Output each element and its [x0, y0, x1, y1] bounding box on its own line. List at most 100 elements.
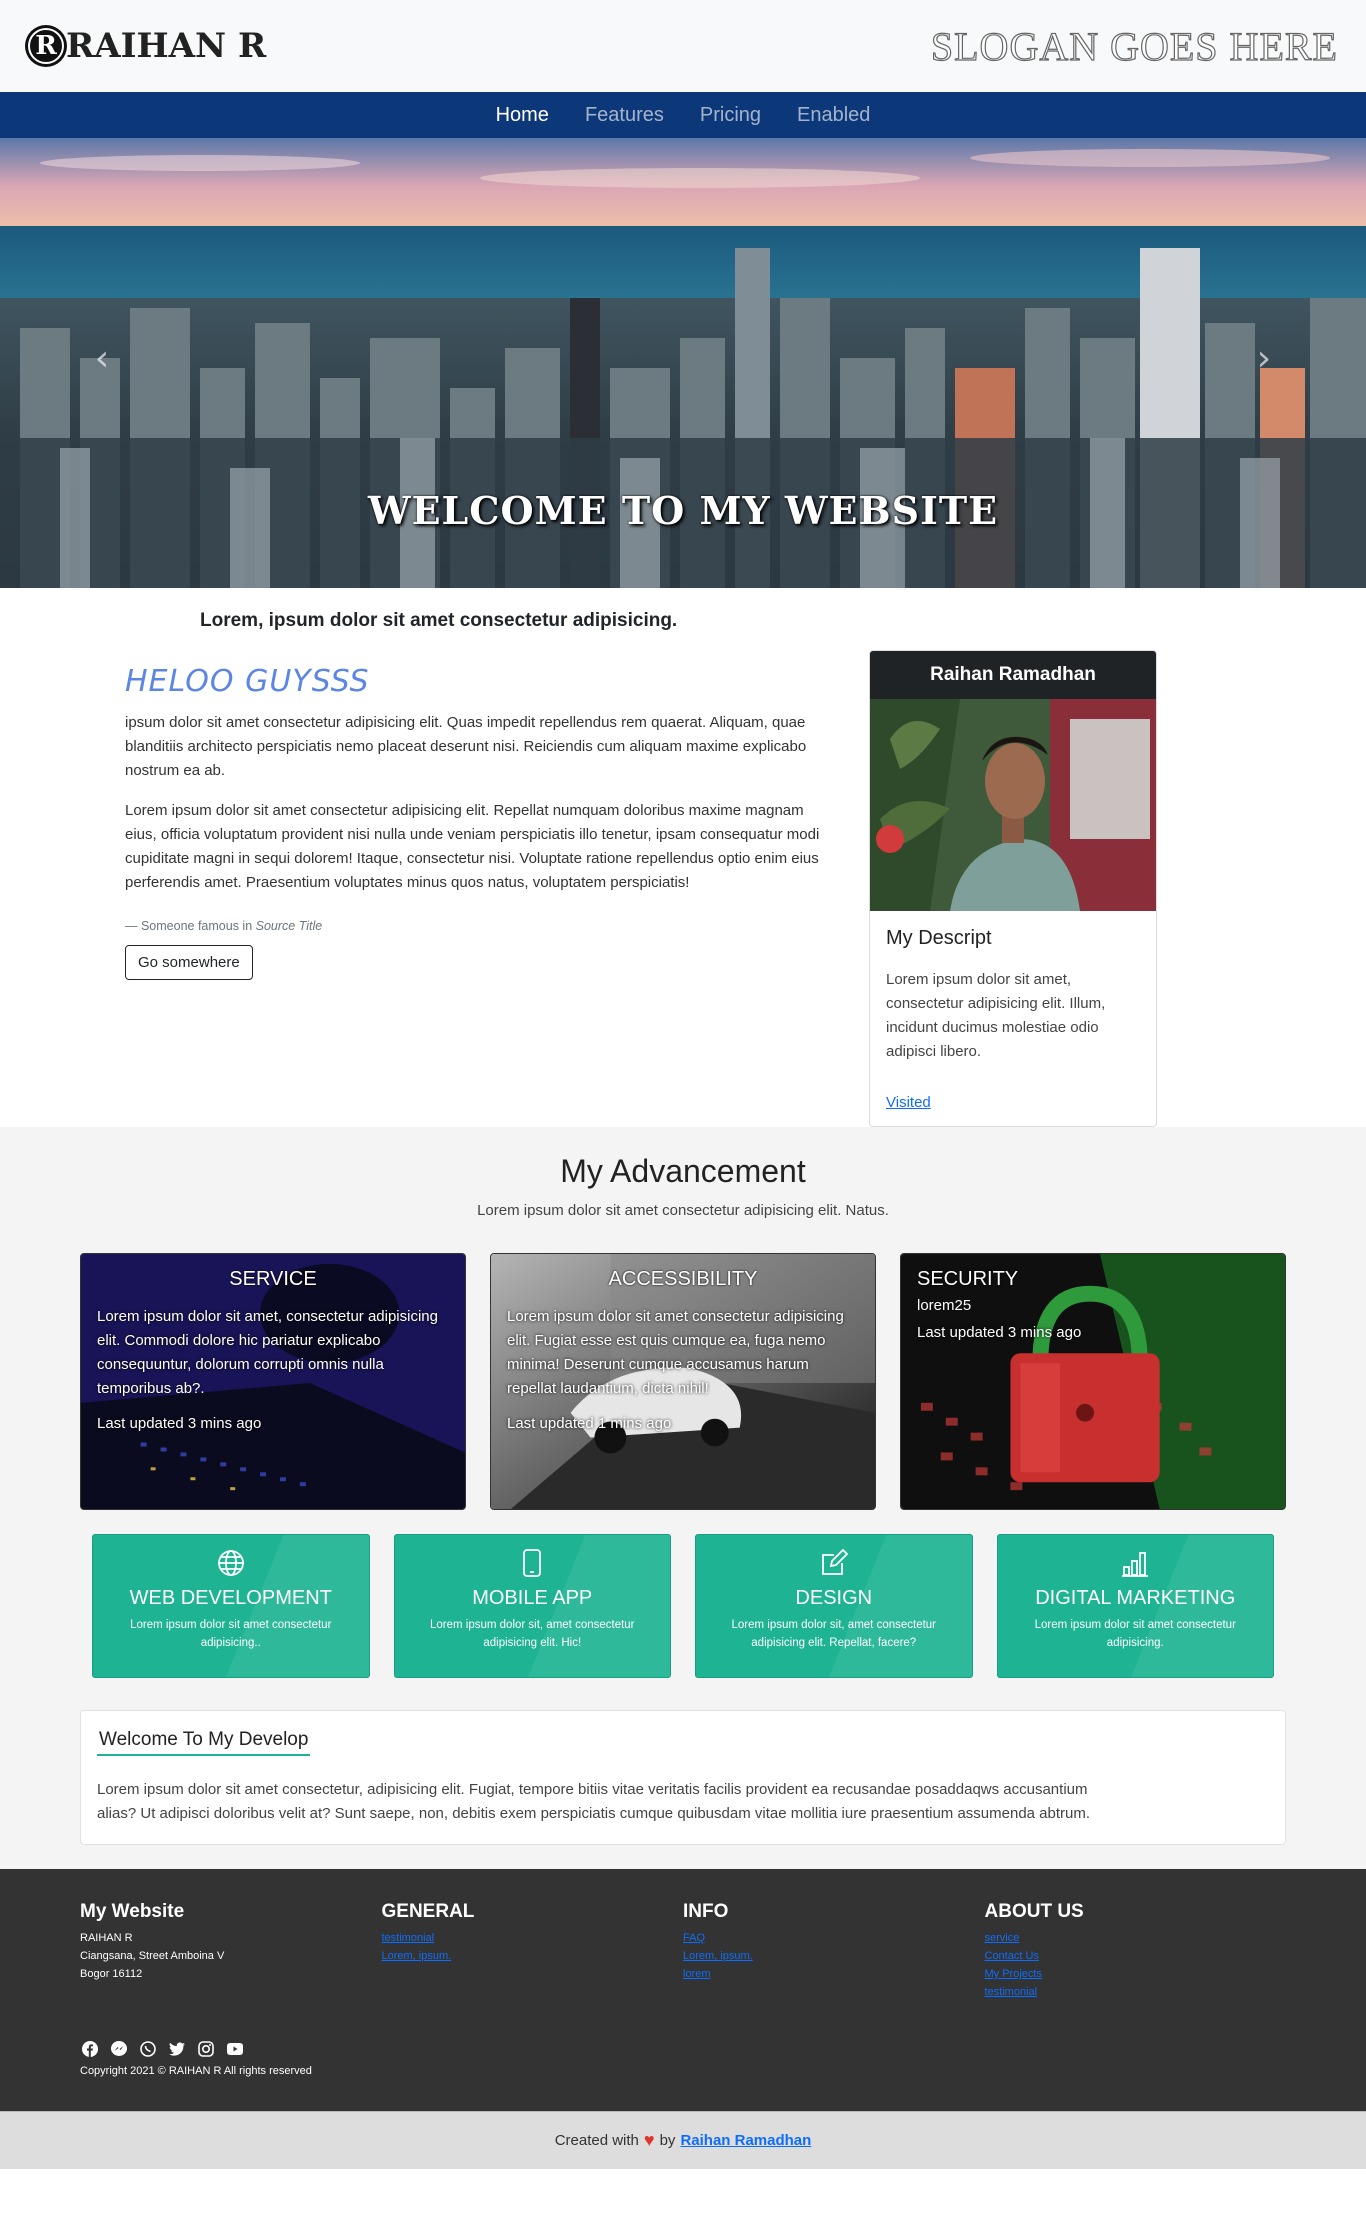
footer-brand-column: My Website RAIHAN R Ciangsana, Street Am… — [80, 1901, 382, 2001]
top-header: R RAIHAN R SLOGAN GOES HERE — [0, 0, 1366, 92]
footer-general-title: GENERAL — [381, 1901, 475, 1922]
brand-logo-icon: R — [28, 28, 64, 64]
address-city: Bogor 16112 — [80, 1968, 143, 1980]
service-card-content: SERVICE Lorem ipsum dolor sit amet, cons… — [97, 1268, 449, 1432]
card-updated: Last updated 3 mins ago — [97, 1415, 262, 1432]
whatsapp-icon[interactable] — [138, 2039, 158, 2059]
footer-link-faq[interactable]: FAQ — [683, 1929, 985, 1947]
footer-link-service[interactable]: service — [985, 1929, 1287, 1947]
author-link[interactable]: Raihan Ramadhan — [680, 2132, 811, 2149]
footer-link-lorem-ipsum[interactable]: Lorem, ipsum. — [382, 1947, 684, 1965]
card-text: Lorem ipsum dolor sit amet, consectetur … — [97, 1308, 438, 1397]
main-nav: Home Features Pricing Enabled — [0, 92, 1366, 138]
about-content: HELOO GUYSSS ipsum dolor sit amet consec… — [125, 650, 835, 1127]
feature-web-development[interactable]: WEB DEVELOPMENT Lorem ipsum dolor sit am… — [92, 1534, 370, 1678]
card-updated: Last updated 1 mins ago — [507, 1415, 672, 1432]
profile-card: Raihan Ramadhan My Descript Lorem ipsum … — [869, 650, 1157, 1127]
accessibility-card[interactable]: ACCESSIBILITY Lorem ipsum dolor sit amet… — [490, 1253, 876, 1510]
footer-about-column: ABOUT US service Contact Us My Projects … — [985, 1901, 1287, 2001]
slogan: SLOGAN GOES HERE — [930, 23, 1338, 69]
hero-caption: WELCOME TO MY WEBSITE — [367, 488, 999, 533]
nav-item-enabled[interactable]: Enabled — [797, 104, 870, 127]
heart-icon: ♥ — [643, 2130, 655, 2150]
feature-text: Lorem ipsum dolor sit amet consectetur a… — [130, 1619, 332, 1649]
chevron-left-icon[interactable]: ‹ — [82, 338, 122, 379]
instagram-icon[interactable] — [196, 2039, 216, 2059]
footer-address: RAIHAN R Ciangsana, Street Amboina V Bog… — [80, 1929, 382, 1983]
footer-columns: My Website RAIHAN R Ciangsana, Street Am… — [80, 1901, 1286, 2001]
card-text: Lorem ipsum dolor sit amet consectetur a… — [507, 1308, 844, 1397]
footer-link-lorem[interactable]: lorem — [683, 1965, 985, 1983]
feature-text: Lorem ipsum dolor sit amet consectetur a… — [1034, 1619, 1236, 1649]
quote-author: — Someone famous in — [125, 919, 253, 933]
about-paragraph: Lorem ipsum dolor sit amet consectetur a… — [125, 802, 820, 891]
phone-icon — [395, 1549, 671, 1579]
credits-bar: Created with ♥ by Raihan Ramadhan — [0, 2111, 1366, 2169]
go-somewhere-button[interactable]: Go somewhere — [125, 945, 253, 980]
feature-title: MOBILE APP — [472, 1587, 593, 1609]
brand-name: RAIHAN R — [66, 26, 267, 66]
social-links — [80, 2039, 1286, 2059]
nav-item-features[interactable]: Features — [585, 104, 664, 127]
profile-text: Lorem ipsum dolor sit amet, consectetur … — [886, 971, 1106, 1060]
about-heading: HELOO GUYSSS — [125, 664, 370, 699]
security-card-content: SECURITY lorem25 Last updated 3 mins ago — [917, 1268, 1269, 1341]
quote-source: Source Title — [255, 919, 323, 933]
service-card[interactable]: SERVICE Lorem ipsum dolor sit amet, cons… — [80, 1253, 466, 1510]
accessibility-card-content: ACCESSIBILITY Lorem ipsum dolor sit amet… — [507, 1268, 859, 1432]
address-street: Ciangsana, Street Amboina V — [80, 1950, 225, 1962]
footer-site-title: My Website — [80, 1901, 185, 1922]
footer-link-testimonial[interactable]: testimonial — [985, 1983, 1287, 2001]
develop-title: Welcome To My Develop — [97, 1729, 311, 1756]
feature-text: Lorem ipsum dolor sit, amet consectetur … — [429, 1619, 635, 1649]
bar-chart-icon — [998, 1549, 1274, 1579]
edit-icon — [696, 1549, 972, 1579]
image-card-row: SERVICE Lorem ipsum dolor sit amet, cons… — [0, 1253, 1366, 1510]
credits-prefix: Created with — [554, 2132, 639, 2149]
nav-item-home[interactable]: Home — [496, 104, 549, 127]
facebook-icon[interactable] — [80, 2039, 100, 2059]
about-paragraph: ipsum dolor sit amet consectetur adipisi… — [125, 714, 807, 779]
profile-body: My Descript Lorem ipsum dolor sit amet, … — [870, 911, 1156, 1126]
card-title: SECURITY — [917, 1268, 1019, 1290]
footer-link-lorem-ipsum[interactable]: Lorem, ipsum. — [683, 1947, 985, 1965]
footer-link-my-projects[interactable]: My Projects — [985, 1965, 1287, 1983]
footer-link-contact-us[interactable]: Contact Us — [985, 1947, 1287, 1965]
card-title: SERVICE — [229, 1268, 317, 1290]
feature-mobile-app[interactable]: MOBILE APP Lorem ipsum dolor sit, amet c… — [393, 1534, 671, 1678]
about-section: HELOO GUYSSS ipsum dolor sit amet consec… — [0, 632, 1366, 1127]
lead-text: Lorem, ipsum dolor sit amet consectetur … — [200, 610, 678, 631]
profile-title: My Descript — [886, 927, 992, 949]
footer-general-column: GENERAL testimonial Lorem, ipsum. — [382, 1901, 684, 2001]
youtube-icon[interactable] — [225, 2039, 245, 2059]
twitter-icon[interactable] — [167, 2039, 187, 2059]
footer-info-column: INFO FAQ Lorem, ipsum. lorem — [683, 1901, 985, 2001]
footer-about-title: ABOUT US — [984, 1901, 1084, 1922]
footer-info-title: INFO — [683, 1901, 729, 1922]
footer-link-testimonial[interactable]: testimonial — [382, 1929, 684, 1947]
nav-item-pricing[interactable]: Pricing — [700, 104, 761, 127]
messenger-icon[interactable] — [109, 2039, 129, 2059]
feature-text: Lorem ipsum dolor sit, amet consectetur … — [731, 1619, 937, 1649]
feature-title: DIGITAL MARKETING — [1035, 1587, 1236, 1609]
brand[interactable]: R RAIHAN R — [28, 26, 266, 66]
card-updated: Last updated 3 mins ago — [917, 1324, 1082, 1341]
footer: My Website RAIHAN R Ciangsana, Street Am… — [0, 1869, 1366, 2111]
chevron-right-icon[interactable]: › — [1244, 338, 1284, 379]
develop-card: Welcome To My Develop Lorem ipsum dolor … — [80, 1710, 1286, 1845]
globe-icon — [93, 1549, 369, 1579]
credits-by: by — [659, 2132, 676, 2149]
security-card[interactable]: SECURITY lorem25 Last updated 3 mins ago — [900, 1253, 1286, 1510]
feature-digital-marketing[interactable]: DIGITAL MARKETING Lorem ipsum dolor sit … — [996, 1534, 1274, 1678]
feature-design[interactable]: DESIGN Lorem ipsum dolor sit, amet conse… — [695, 1534, 973, 1678]
profile-name: Raihan Ramadhan — [870, 651, 1156, 699]
profile-photo — [870, 699, 1156, 911]
hero-carousel: ‹ › WELCOME TO MY WEBSITE — [0, 138, 1366, 588]
card-title: ACCESSIBILITY — [608, 1268, 758, 1290]
card-text: lorem25 — [917, 1297, 972, 1314]
develop-text: Lorem ipsum dolor sit amet consectetur, … — [97, 1781, 1091, 1822]
advancement-section: My Advancement Lorem ipsum dolor sit ame… — [0, 1127, 1366, 1869]
visited-link[interactable]: Visited — [886, 1094, 931, 1111]
feature-title: WEB DEVELOPMENT — [129, 1587, 332, 1609]
feature-row: WEB DEVELOPMENT Lorem ipsum dolor sit am… — [0, 1534, 1366, 1678]
